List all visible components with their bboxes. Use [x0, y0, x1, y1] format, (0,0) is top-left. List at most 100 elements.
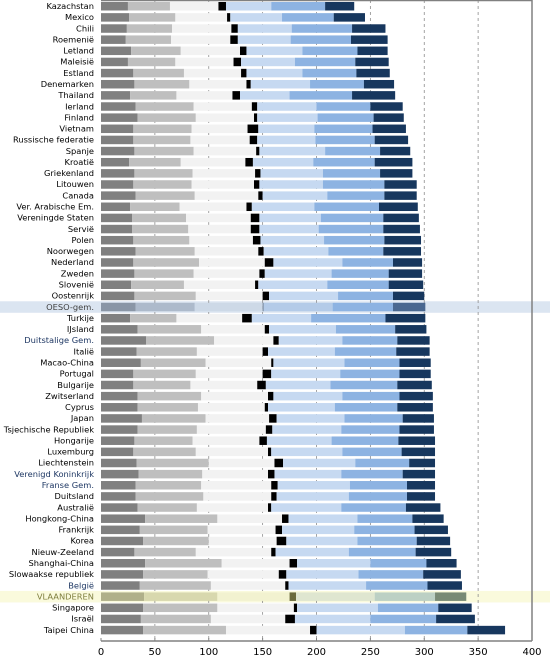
bar-row: [101, 157, 413, 167]
row-label: Verenigd Koninkrijk: [14, 469, 94, 479]
seg-p5-p10: [101, 57, 128, 67]
row-label: Ierland: [65, 101, 94, 111]
seg-p10-p25: [133, 135, 191, 145]
bar-row: [101, 124, 406, 134]
seg-p90-p95: [397, 403, 433, 412]
seg-p5-p10: [101, 102, 136, 111]
seg-p75-p90: [341, 469, 403, 479]
bar-row: [101, 347, 430, 356]
seg-p75-p90: [357, 514, 413, 523]
bar-row: [101, 603, 472, 613]
seg-p75-p90: [291, 24, 353, 33]
seg-p25-mean: [195, 113, 255, 122]
seg-p25-mean: [194, 302, 263, 312]
bar-row: [101, 235, 422, 245]
seg-mean-p75: [262, 191, 328, 200]
seg-p5-p10: [101, 24, 127, 33]
seg-p10-p25: [130, 313, 177, 323]
row-label: Singapore: [52, 603, 94, 613]
row-label: Zwitserland: [45, 391, 94, 401]
seg-p10-p25: [135, 302, 195, 312]
seg-p10-p25: [130, 202, 180, 212]
seg-p90-p95: [399, 369, 431, 379]
seg-p10-p25: [137, 403, 198, 412]
seg-p10-p25: [135, 102, 194, 111]
row-label: Griekenland: [44, 168, 94, 178]
seg-p10-p25: [146, 336, 215, 345]
seg-p90-p95: [384, 235, 422, 245]
seg-p90-p95: [397, 336, 430, 345]
seg-p25-mean: [221, 559, 290, 568]
seg-p10-p25: [131, 46, 181, 56]
seg-p90-p95: [409, 458, 436, 468]
row-label: Spanje: [66, 146, 94, 156]
seg-p25-mean: [210, 614, 286, 624]
mean-ci-marker: [271, 492, 277, 501]
seg-mean-p75: [260, 169, 323, 178]
seg-p75-p90: [374, 592, 436, 601]
seg-p10-p25: [136, 458, 209, 468]
mean-ci-marker: [254, 180, 260, 189]
seg-mean-p75: [286, 536, 358, 546]
seg-mean-p75: [263, 247, 329, 256]
seg-p90-p95: [426, 559, 457, 568]
row-label: Russische federatie: [13, 135, 94, 145]
seg-p75-p90: [314, 124, 373, 134]
seg-p75-p90: [271, 2, 326, 11]
seg-mean-p75: [258, 280, 328, 289]
seg-p5-p10: [101, 247, 136, 256]
seg-p10-p25: [137, 113, 196, 122]
mean-ci-marker: [289, 592, 297, 601]
bar-row: [101, 180, 417, 189]
bar-row: [101, 202, 418, 212]
bar-row: [101, 57, 389, 67]
mean-ci-marker: [239, 46, 247, 56]
seg-p5-p10: [101, 592, 145, 601]
seg-p75-p90: [404, 625, 468, 635]
seg-p10-p25: [131, 280, 184, 289]
x-tick-label: 300: [415, 647, 434, 658]
seg-p90-p95: [385, 313, 426, 323]
seg-mean-p75: [265, 380, 331, 390]
seg-mean-p75: [296, 592, 375, 601]
seg-mean-p75: [282, 525, 355, 535]
seg-p10-p25: [143, 570, 208, 579]
seg-p10-p25: [135, 247, 195, 256]
mean-ci-marker: [282, 514, 289, 523]
seg-p10-p25: [133, 235, 190, 245]
row-label: Letland: [63, 46, 94, 56]
seg-p5-p10: [101, 191, 136, 200]
seg-p5-p10: [101, 469, 139, 479]
seg-p10-p25: [143, 536, 209, 546]
row-label: Japan: [70, 413, 94, 423]
bar-row: [101, 113, 404, 122]
x-tick-label: 150: [253, 647, 272, 658]
seg-p10-p25: [134, 436, 193, 445]
bar-row: [101, 525, 448, 535]
bar-row: [101, 547, 452, 557]
mean-ci-marker: [247, 124, 259, 134]
seg-p75-p90: [328, 247, 384, 256]
row-label: Litouwen: [56, 179, 94, 189]
row-label: Oostenrijk: [52, 291, 95, 301]
seg-p75-p90: [331, 269, 389, 278]
x-tick-label: 200: [307, 647, 326, 658]
row-label: Liechtenstein: [38, 458, 94, 468]
seg-p25-mean: [201, 391, 269, 401]
mean-ci-marker: [264, 258, 274, 267]
mean-ci-marker: [271, 358, 274, 367]
seg-p10-p25: [135, 492, 204, 501]
x-tick-label: 350: [469, 647, 488, 658]
row-label: Israël: [71, 614, 94, 624]
seg-p5-p10: [101, 447, 134, 457]
mean-ci-marker: [241, 68, 247, 78]
seg-mean-p75: [237, 35, 291, 44]
seg-p5-p10: [101, 91, 131, 100]
seg-mean-p75: [297, 603, 378, 613]
seg-p10-p25: [133, 369, 196, 379]
seg-mean-p75: [271, 503, 342, 512]
seg-mean-p75: [272, 425, 342, 434]
mean-ci-marker: [262, 347, 269, 356]
seg-p25-mean: [202, 469, 269, 479]
seg-mean-p75: [278, 336, 343, 345]
